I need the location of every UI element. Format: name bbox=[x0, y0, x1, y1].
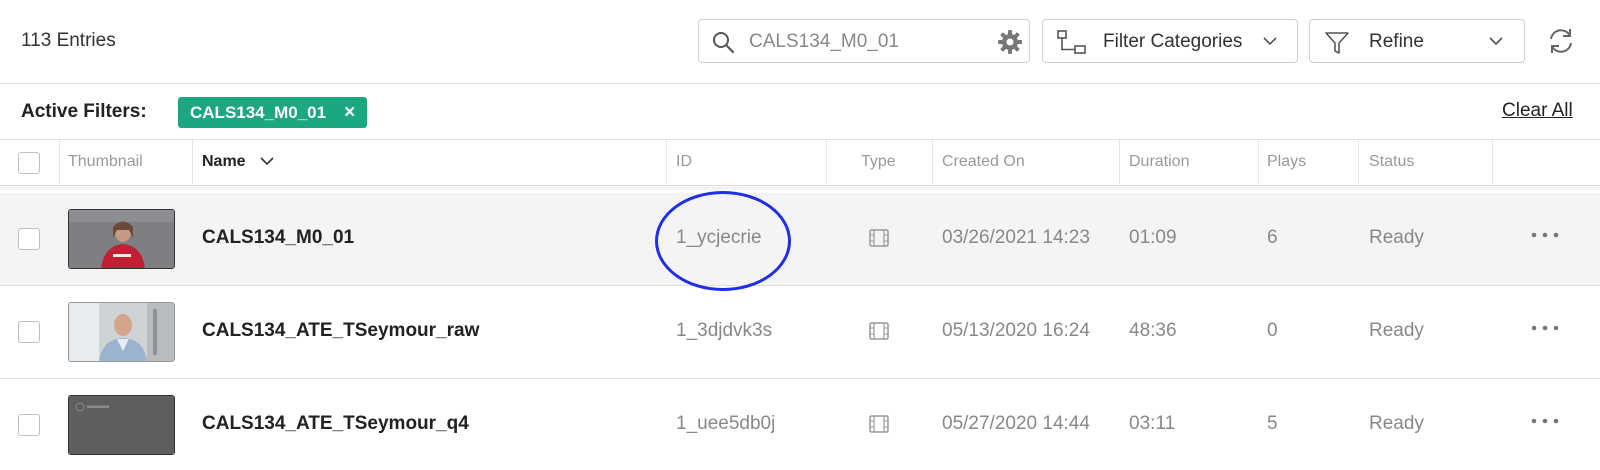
thumbnail-image bbox=[69, 303, 174, 361]
sort-chevron-down-icon bbox=[260, 157, 274, 166]
column-header-created-on: Created On bbox=[942, 153, 1025, 170]
column-header-name[interactable]: Name bbox=[202, 153, 274, 171]
video-icon bbox=[869, 415, 889, 433]
thumbnail-image bbox=[69, 210, 174, 268]
column-header-plays: Plays bbox=[1267, 153, 1307, 170]
column-header-duration: Duration bbox=[1129, 153, 1190, 170]
chevron-down-icon bbox=[1489, 37, 1503, 46]
column-divider bbox=[666, 140, 667, 186]
refine-label: Refine bbox=[1369, 31, 1424, 52]
more-actions-icon[interactable] bbox=[1530, 320, 1560, 340]
search-box[interactable] bbox=[698, 19, 1030, 63]
column-divider bbox=[1258, 140, 1259, 186]
entry-status: Ready bbox=[1369, 413, 1424, 434]
column-header-type: Type bbox=[861, 153, 896, 170]
video-thumbnail[interactable] bbox=[68, 302, 175, 362]
entry-created-on: 03/26/2021 14:23 bbox=[942, 227, 1090, 248]
column-divider bbox=[932, 140, 933, 186]
entry-id: 1_3djdvk3s bbox=[676, 320, 773, 341]
funnel-icon bbox=[1325, 32, 1349, 54]
active-filters-bar: Active Filters: CALS134_M0_01 × Clear Al… bbox=[0, 84, 1600, 140]
column-divider bbox=[192, 140, 193, 186]
entry-duration: 03:11 bbox=[1129, 413, 1176, 434]
row-checkbox[interactable] bbox=[18, 321, 40, 343]
entry-id: 1_uee5db0j bbox=[676, 413, 776, 434]
entry-status: Ready bbox=[1369, 320, 1424, 341]
table-row[interactable]: CALS134_ATE_TSeymour_raw 1_3djdvk3s 05/1… bbox=[0, 286, 1600, 379]
refresh-icon[interactable] bbox=[1546, 26, 1576, 56]
filter-chip: CALS134_M0_01 × bbox=[178, 97, 368, 128]
clear-all-link[interactable]: Clear All bbox=[1502, 100, 1573, 122]
entry-name[interactable]: CALS134_M0_01 bbox=[202, 227, 354, 249]
filter-chip-label: CALS134_M0_01 bbox=[190, 102, 327, 122]
header-shadow bbox=[0, 187, 1600, 192]
column-header-id: ID bbox=[676, 153, 692, 170]
filter-categories-label: Filter Categories bbox=[1103, 31, 1243, 52]
column-divider bbox=[1358, 140, 1359, 186]
entry-name[interactable]: CALS134_ATE_TSeymour_raw bbox=[202, 320, 479, 342]
active-filters-label: Active Filters: bbox=[21, 101, 147, 122]
toolbar: 113 Entries F bbox=[0, 0, 1600, 84]
remove-filter-button[interactable]: × bbox=[344, 102, 355, 124]
table-row[interactable]: CALS134_ATE_TSeymour_q4 1_uee5db0j 05/27… bbox=[0, 379, 1600, 470]
entry-plays: 5 bbox=[1267, 413, 1278, 434]
column-divider bbox=[1119, 140, 1120, 186]
entries-count: 113 Entries bbox=[21, 30, 116, 51]
table-row[interactable]: CALS134_M0_01 1_ycjecrie 03/26/2021 14:2… bbox=[0, 193, 1600, 286]
column-divider bbox=[59, 140, 60, 186]
column-divider bbox=[826, 140, 827, 186]
search-input[interactable] bbox=[749, 28, 979, 56]
video-thumbnail[interactable] bbox=[68, 209, 175, 269]
column-header-thumbnail: Thumbnail bbox=[68, 153, 143, 170]
entry-status: Ready bbox=[1369, 227, 1424, 248]
filter-categories-dropdown[interactable]: Filter Categories bbox=[1042, 19, 1298, 63]
category-tree-icon bbox=[1057, 30, 1086, 54]
gear-icon[interactable] bbox=[997, 29, 1023, 55]
entry-plays: 0 bbox=[1267, 320, 1278, 341]
select-all-checkbox[interactable] bbox=[18, 152, 40, 174]
entry-created-on: 05/27/2020 14:44 bbox=[942, 413, 1090, 434]
column-header-status: Status bbox=[1369, 153, 1415, 170]
row-checkbox[interactable] bbox=[18, 228, 40, 250]
entry-name[interactable]: CALS134_ATE_TSeymour_q4 bbox=[202, 413, 469, 435]
entry-plays: 6 bbox=[1267, 227, 1278, 248]
table-header: Thumbnail Name ID Type Created On Durati… bbox=[0, 140, 1600, 186]
column-header-name-label: Name bbox=[202, 153, 246, 170]
more-actions-icon[interactable] bbox=[1530, 413, 1560, 433]
entry-duration: 01:09 bbox=[1129, 227, 1177, 248]
annotation-circle bbox=[655, 191, 791, 291]
row-checkbox[interactable] bbox=[18, 414, 40, 436]
refine-dropdown[interactable]: Refine bbox=[1309, 19, 1525, 63]
video-icon bbox=[869, 322, 889, 340]
thumbnail-image bbox=[69, 396, 174, 454]
more-actions-icon[interactable] bbox=[1530, 227, 1560, 247]
entry-duration: 48:36 bbox=[1129, 320, 1177, 341]
video-thumbnail[interactable] bbox=[68, 395, 175, 455]
chevron-down-icon bbox=[1263, 37, 1277, 46]
entry-created-on: 05/13/2020 16:24 bbox=[942, 320, 1090, 341]
search-icon bbox=[713, 32, 735, 54]
column-divider bbox=[1492, 140, 1493, 186]
video-icon bbox=[869, 229, 889, 247]
